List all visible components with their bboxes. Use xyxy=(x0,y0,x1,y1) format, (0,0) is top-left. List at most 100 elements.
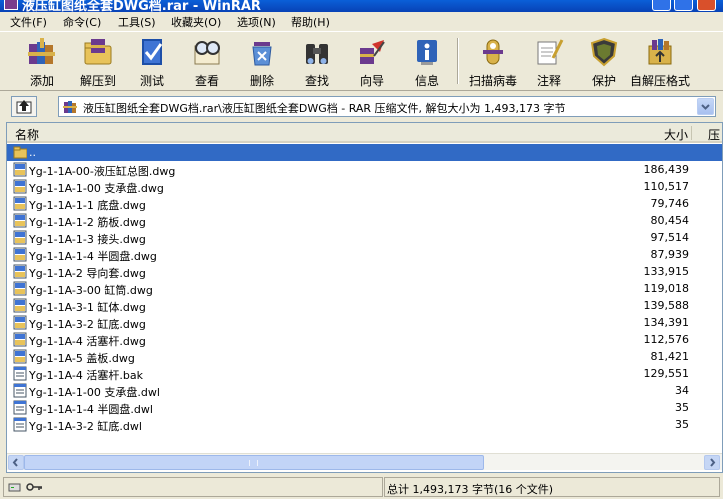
file-name: .. xyxy=(29,146,36,159)
comment-button[interactable]: 注释 xyxy=(523,36,575,90)
file-size: 80,454 xyxy=(650,214,690,227)
virus-scan-icon xyxy=(483,39,503,65)
chevron-down-icon xyxy=(701,104,710,110)
file-row[interactable]: Yg-1-1A-3-2 缸底.dwg 134,391 xyxy=(7,314,722,331)
path-dropdown-button[interactable] xyxy=(697,98,714,115)
file-row[interactable]: Yg-1-1A-3-00 缸筒.dwg 119,018 xyxy=(7,280,722,297)
status-left-panel xyxy=(3,477,383,497)
file-row[interactable]: Yg-1-1A-1-00 支承盘.dwg 110,517 xyxy=(7,178,722,195)
file-list[interactable]: 名称 大小 压 .. Yg-1-1A-00-液压缸总图.dwg 186,439 Yg-… xyxy=(6,122,723,473)
file-name: Yg-1-1A-1-1 底盘.dwg xyxy=(29,199,146,212)
file-row[interactable]: Yg-1-1A-1-4 半圆盘.dwg 87,939 xyxy=(7,246,722,263)
file-row[interactable]: Yg-1-1A-1-1 底盘.dwg 79,746 xyxy=(7,195,722,212)
column-size-header[interactable]: 大小 xyxy=(664,126,688,143)
menu-options[interactable]: 选项(N) xyxy=(237,14,276,30)
dwg-file-icon xyxy=(13,332,27,347)
scroll-left-button[interactable] xyxy=(8,455,24,470)
test-button[interactable]: 测试 xyxy=(126,36,178,90)
scroll-right-button[interactable] xyxy=(704,455,720,470)
file-name: Yg-1-1A-1-00 支承盘.dwl xyxy=(29,386,160,399)
file-size: 119,018 xyxy=(643,282,690,295)
path-combobox[interactable]: 液压缸图纸全套DWG档.rar\液压缸图纸全套DWG档 - RAR 压缩文件, … xyxy=(58,96,716,117)
menu-tools[interactable]: 工具(S) xyxy=(118,14,156,30)
column-name-header[interactable]: 名称 xyxy=(15,126,39,143)
add-button[interactable]: 添加 xyxy=(16,36,68,90)
view-button[interactable]: 查看 xyxy=(181,36,233,90)
dwg-file-icon xyxy=(13,162,27,177)
file-name: Yg-1-1A-1-2 筋板.dwg xyxy=(29,216,146,229)
drive-icon[interactable] xyxy=(8,481,21,493)
file-size: 34 xyxy=(675,384,689,397)
dwg-file-icon xyxy=(13,213,27,228)
file-size: 110,517 xyxy=(643,180,690,193)
find-binoculars-icon xyxy=(306,44,328,64)
file-size: 186,439 xyxy=(643,163,690,176)
file-size: 97,514 xyxy=(650,231,690,244)
file-size: 112,576 xyxy=(643,333,690,346)
view-glasses-icon xyxy=(194,41,220,65)
protect-button[interactable]: 保护 xyxy=(578,36,630,90)
file-row[interactable]: Yg-1-1A-4 活塞杆.bak 129,551 xyxy=(7,365,722,382)
file-row[interactable]: Yg-1-1A-1-00 支承盘.dwl 34 xyxy=(7,382,722,399)
find-button[interactable]: 查找 xyxy=(291,36,343,90)
delete-button[interactable]: 删除 xyxy=(236,36,288,90)
title-bar: 液压缸图纸全套DWG档.rar - WinRAR xyxy=(0,0,723,12)
status-bar: 总计 1,493,173 字节(16 个文件) xyxy=(0,475,723,499)
file-row[interactable]: Yg-1-1A-1-4 半圆盘.dwl 35 xyxy=(7,399,722,416)
status-right-panel: 总计 1,493,173 字节(16 个文件) xyxy=(384,477,720,497)
info-button[interactable]: 信息 xyxy=(401,36,453,90)
key-icon[interactable] xyxy=(26,481,44,493)
wizard-icon xyxy=(360,40,385,64)
dwg-file-icon xyxy=(13,196,27,211)
virus-scan-button[interactable]: 扫描病毒 xyxy=(467,36,519,90)
column-packed-header[interactable]: 压 xyxy=(708,126,720,143)
close-button[interactable] xyxy=(697,0,716,11)
scroll-grip xyxy=(249,460,258,466)
file-size: 79,746 xyxy=(650,197,690,210)
wizard-button[interactable]: 向导 xyxy=(346,36,398,90)
menu-commands[interactable]: 命令(C) xyxy=(63,14,101,30)
winrar-app-icon xyxy=(4,0,18,10)
status-total-text: 总计 1,493,173 字节(16 个文件) xyxy=(387,483,554,496)
file-row[interactable]: Yg-1-1A-4 活塞杆.dwg 112,576 xyxy=(7,331,722,348)
file-row[interactable]: Yg-1-1A-3-1 缸体.dwg 139,588 xyxy=(7,297,722,314)
delete-recycle-icon xyxy=(252,42,272,66)
info-icon xyxy=(417,40,437,65)
up-folder-button[interactable] xyxy=(11,96,37,117)
column-divider[interactable] xyxy=(691,126,692,140)
file-row[interactable]: Yg-1-1A-2 导向套.dwg 133,915 xyxy=(7,263,722,280)
file-row[interactable]: Yg-1-1A-5 盖板.dwg 81,421 xyxy=(7,348,722,365)
file-name: Yg-1-1A-4 活塞杆.bak xyxy=(29,369,143,382)
archive-path-text: 液压缸图纸全套DWG档.rar\液压缸图纸全套DWG档 - RAR 压缩文件, … xyxy=(83,102,566,115)
test-checkbook-icon xyxy=(142,39,163,65)
menu-favorites[interactable]: 收藏夹(O) xyxy=(171,14,221,30)
menu-bar: 文件(F) 命令(C) 工具(S) 收藏夹(O) 选项(N) 帮助(H) xyxy=(0,12,723,31)
maximize-button[interactable] xyxy=(674,0,693,11)
scroll-thumb[interactable] xyxy=(24,455,484,470)
parent-folder-row[interactable]: .. xyxy=(7,144,722,161)
protect-shield-icon xyxy=(590,37,618,67)
file-row[interactable]: Yg-1-1A-1-3 接头.dwg 97,514 xyxy=(7,229,722,246)
menu-help[interactable]: 帮助(H) xyxy=(291,14,330,30)
sfx-label: 自解压格式 xyxy=(629,74,690,88)
file-row[interactable]: Yg-1-1A-1-2 筋板.dwg 80,454 xyxy=(7,212,722,229)
folder-up-icon xyxy=(13,146,27,159)
menu-file[interactable]: 文件(F) xyxy=(10,14,47,30)
path-bar: 液压缸图纸全套DWG档.rar\液压缸图纸全套DWG档 - RAR 压缩文件, … xyxy=(0,93,723,119)
dwg-file-icon xyxy=(13,247,27,262)
file-size: 35 xyxy=(675,418,689,431)
sfx-button[interactable]: 自解压格式 xyxy=(630,36,690,90)
file-size: 81,421 xyxy=(650,350,690,363)
dwl-file-icon xyxy=(13,383,27,398)
column-header-row: 名称 大小 压 xyxy=(7,123,722,143)
window-title: 液压缸图纸全套DWG档.rar - WinRAR xyxy=(22,0,261,12)
file-row[interactable]: Yg-1-1A-3-2 缸底.dwl 35 xyxy=(7,416,722,433)
file-size: 133,915 xyxy=(643,265,690,278)
horizontal-scrollbar[interactable] xyxy=(7,453,722,470)
extract-to-button[interactable]: 解压到 xyxy=(72,36,124,90)
dwg-file-icon xyxy=(13,349,27,364)
file-row[interactable]: Yg-1-1A-00-液压缸总图.dwg 186,439 xyxy=(7,161,722,178)
minimize-button[interactable] xyxy=(652,0,671,11)
sfx-icon xyxy=(648,39,672,65)
chevron-right-icon xyxy=(710,458,716,467)
